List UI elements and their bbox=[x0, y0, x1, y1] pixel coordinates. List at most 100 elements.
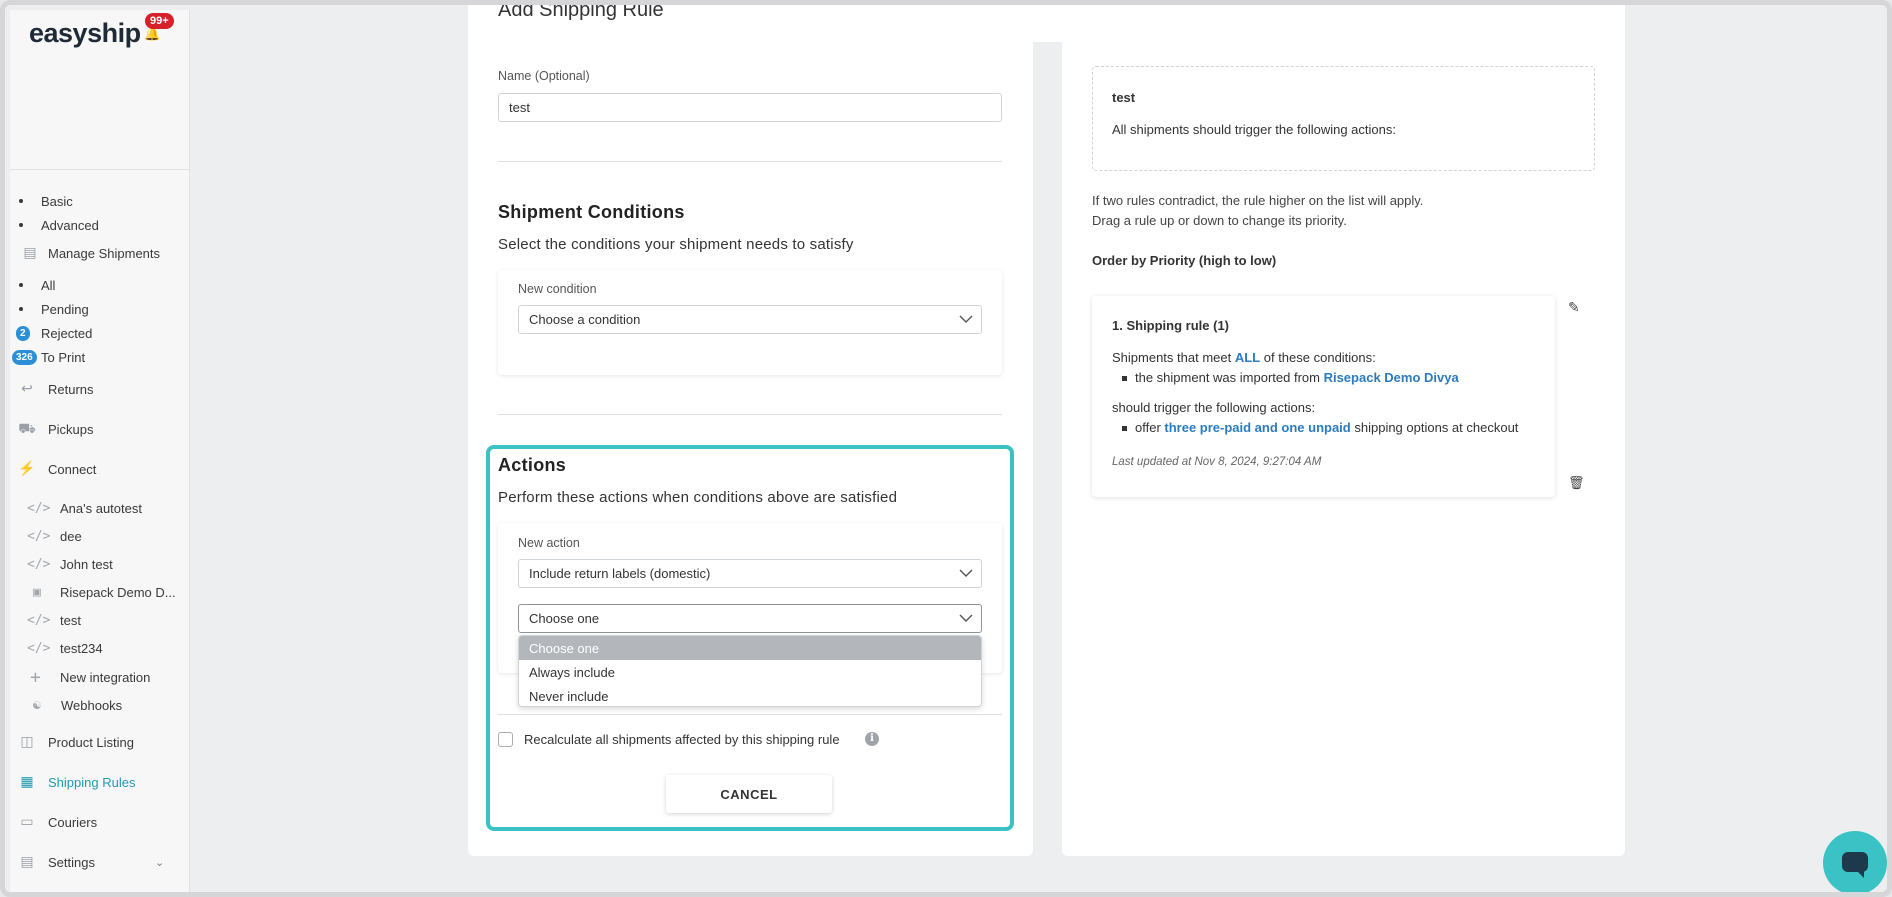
priority-note-line1: If two rules contradict, the rule higher… bbox=[1092, 193, 1424, 208]
sidebar-item-product-listing[interactable]: ◫ Product Listing bbox=[5, 732, 185, 752]
sidebar-item-to-print[interactable]: 326 To Print bbox=[5, 347, 185, 367]
sidebar-integration-5[interactable]: </> test bbox=[5, 610, 185, 630]
notification-badge[interactable]: 99+ bbox=[145, 13, 174, 29]
code-icon: </> bbox=[27, 500, 51, 516]
app-window: easyship 🔔 99+ Basic Advanced ▤ Manage S… bbox=[0, 0, 1892, 897]
sidebar-item-shipping-rules[interactable]: ▦ Shipping Rules bbox=[5, 772, 185, 792]
sidebar-item-label: Advanced bbox=[41, 217, 99, 233]
sidebar-item-pending[interactable]: Pending bbox=[5, 299, 185, 319]
panel-gap bbox=[1033, 42, 1062, 856]
recalculate-label: Recalculate all shipments affected by th… bbox=[524, 732, 840, 747]
sidebar-item-pickups[interactable]: ⛟ Pickups bbox=[5, 419, 185, 439]
sidebar-item-label: Rejected bbox=[41, 325, 93, 341]
preview-rule-text: All shipments should trigger the followi… bbox=[1112, 122, 1396, 137]
rule-conditions-line: Shipments that meet ALL of these conditi… bbox=[1112, 350, 1376, 365]
bullet bbox=[19, 307, 23, 311]
sidebar-item-label: To Print bbox=[41, 349, 86, 365]
sidebar-integration-3[interactable]: </> John test bbox=[5, 554, 185, 574]
sidebar-integration-2[interactable]: </> dee bbox=[5, 526, 185, 546]
sidebar-item-basic[interactable]: Basic bbox=[5, 191, 185, 211]
bullet bbox=[19, 283, 23, 287]
sidebar-webhooks[interactable]: ☯ Webhooks bbox=[5, 695, 185, 715]
sidebar-item-couriers[interactable]: ▭ Couriers bbox=[5, 812, 185, 832]
webhook-icon: ☯ bbox=[33, 697, 41, 713]
priority-note-line2: Drag a rule up or down to change its pri… bbox=[1092, 213, 1347, 228]
sidebar-item-label: All bbox=[41, 277, 56, 293]
settings-icon: ▤ bbox=[20, 853, 34, 869]
condition-select[interactable]: Choose a condition bbox=[518, 305, 982, 334]
dropdown-option[interactable]: Always include bbox=[519, 660, 981, 684]
rule-meet-link: ALL bbox=[1234, 350, 1261, 365]
order-priority-title: Order by Priority (high to low) bbox=[1092, 253, 1277, 268]
sidebar-integration-1[interactable]: </> Ana's autotest bbox=[5, 498, 185, 518]
logo-area: easyship 🔔 99+ bbox=[10, 10, 189, 170]
integration-label: New integration bbox=[60, 669, 151, 685]
count-badge: 326 bbox=[12, 349, 37, 365]
integration-label: dee bbox=[60, 528, 82, 544]
actions-title: Actions bbox=[498, 455, 567, 475]
conditions-subtitle: Select the conditions your shipment need… bbox=[498, 236, 854, 253]
sidebar-item-label: Returns bbox=[48, 381, 94, 397]
chat-icon bbox=[1842, 852, 1868, 878]
rule-action-link[interactable]: three pre-paid and one unpaid bbox=[1164, 420, 1350, 435]
recalculate-checkbox[interactable] bbox=[498, 732, 513, 747]
sidebar-item-label: Couriers bbox=[48, 814, 98, 830]
truck-icon: ⛟ bbox=[18, 420, 36, 436]
action-select[interactable]: Include return labels (domestic) bbox=[518, 559, 982, 588]
sidebar-item-label: Pending bbox=[41, 301, 89, 317]
list-bullet bbox=[1122, 426, 1127, 432]
sidebar-item-label: Product Listing bbox=[48, 734, 134, 750]
rule-condition-link[interactable]: Risepack Demo Divya bbox=[1324, 370, 1459, 385]
rule-trigger-text: should trigger the following actions: bbox=[1112, 400, 1316, 415]
cancel-button[interactable]: CANCEL bbox=[666, 775, 832, 813]
rule-meet-prefix: Shipments that meet bbox=[1112, 350, 1235, 365]
sidebar-item-manage-shipments[interactable]: ▤ Manage Shipments bbox=[5, 243, 185, 263]
plus-icon: + bbox=[30, 666, 41, 688]
rule-meet-suffix: of these conditions: bbox=[1260, 350, 1376, 365]
sidebar-item-advanced[interactable]: Advanced bbox=[5, 215, 185, 235]
include-option-select-value: Choose one bbox=[529, 611, 600, 626]
sidebar-item-label: Settings bbox=[48, 854, 95, 870]
sidebar-item-returns[interactable]: ↩ Returns bbox=[5, 379, 185, 399]
list-bullet bbox=[1122, 376, 1127, 382]
rule-action-item: offer three pre-paid and one unpaid ship… bbox=[1122, 420, 1518, 435]
shipping-rules-icon: ▦ bbox=[20, 773, 34, 789]
easyship-logo[interactable]: easyship bbox=[29, 18, 141, 49]
new-condition-label: New condition bbox=[518, 282, 597, 296]
sidebar-item-all[interactable]: All bbox=[5, 275, 185, 295]
sidebar-item-label: Manage Shipments bbox=[48, 245, 161, 261]
sidebar-item-label: Pickups bbox=[48, 421, 94, 437]
integration-label: John test bbox=[60, 556, 113, 572]
store-icon: ▣ bbox=[33, 584, 41, 600]
sidebar-integration-6[interactable]: </> test234 bbox=[5, 638, 185, 658]
divider bbox=[498, 714, 1002, 715]
info-icon[interactable]: i bbox=[865, 732, 879, 746]
code-icon: </> bbox=[27, 612, 51, 628]
name-input[interactable]: test bbox=[498, 93, 1002, 122]
rule-condition-item: the shipment was imported from Risepack … bbox=[1122, 370, 1459, 385]
bullet bbox=[19, 199, 23, 203]
chevron-down-icon: ⌄ bbox=[155, 856, 165, 869]
integration-label: Risepack Demo D... bbox=[60, 584, 176, 600]
include-option-dropdown: Choose one Always include Never include bbox=[518, 635, 982, 707]
rule-action-prefix: offer bbox=[1135, 420, 1165, 435]
sidebar-item-connect[interactable]: ⚡ Connect bbox=[5, 459, 185, 479]
dropdown-option[interactable]: Never include bbox=[519, 684, 981, 706]
pencil-icon[interactable]: ✎ bbox=[1568, 299, 1580, 316]
sidebar-item-rejected[interactable]: 2 Rejected bbox=[5, 323, 185, 343]
name-input-value: test bbox=[509, 100, 530, 115]
integration-label: Ana's autotest bbox=[60, 500, 142, 516]
new-action-label: New action bbox=[518, 536, 580, 550]
sidebar-item-label: Basic bbox=[41, 193, 73, 209]
sidebar-item-settings[interactable]: ▤ Settings ⌄ bbox=[5, 852, 185, 872]
sidebar-new-integration[interactable]: + New integration bbox=[5, 666, 185, 688]
trash-icon[interactable]: 🗑 bbox=[1568, 475, 1585, 491]
integration-label: test bbox=[60, 612, 81, 628]
sidebar-integration-4[interactable]: ▣ Risepack Demo D... bbox=[5, 582, 185, 602]
chat-support-button[interactable] bbox=[1823, 831, 1887, 892]
bullet bbox=[19, 223, 23, 227]
dropdown-option[interactable]: Choose one bbox=[519, 636, 981, 660]
chevron-down-icon bbox=[959, 569, 973, 577]
include-option-select[interactable]: Choose one bbox=[518, 604, 982, 633]
condition-select-value: Choose a condition bbox=[529, 312, 641, 327]
